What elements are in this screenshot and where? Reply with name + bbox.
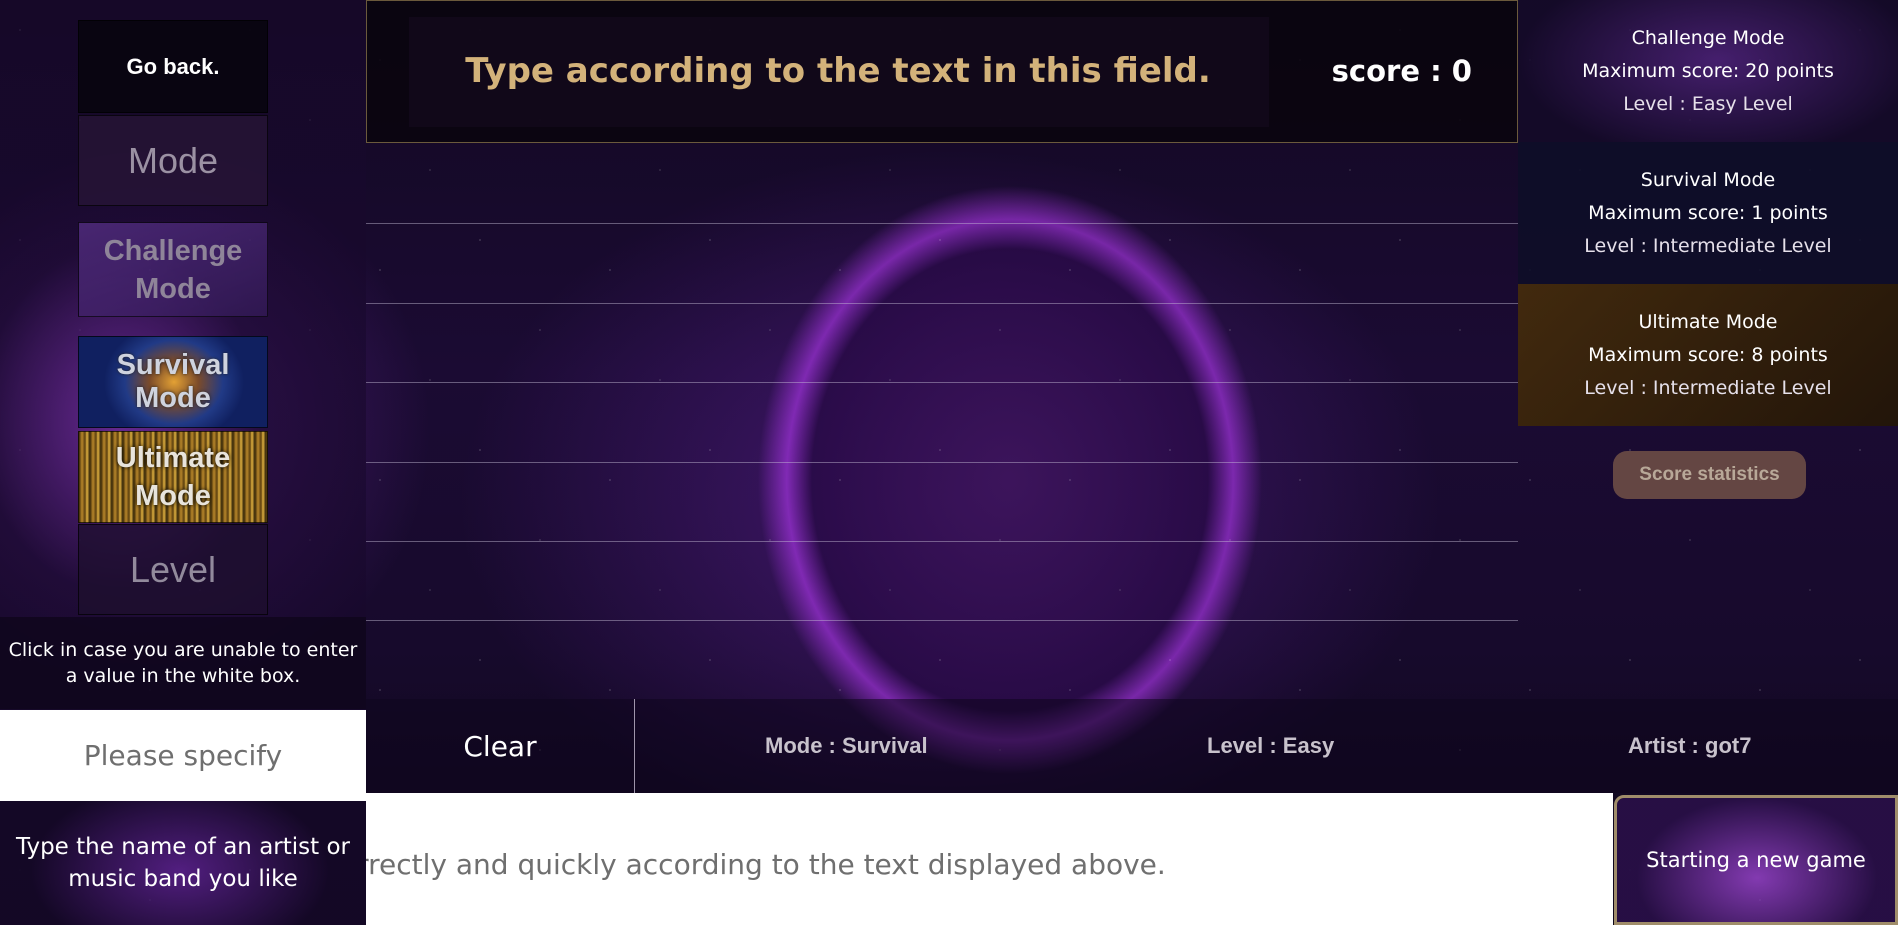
left-panel: Go back. Mode Challenge Mode Survival Mo… bbox=[0, 0, 366, 925]
row-divider bbox=[366, 382, 1518, 383]
row-divider bbox=[366, 223, 1518, 224]
score-display: score : 0 bbox=[1331, 54, 1472, 88]
survival-mode-card: Survival Mode Maximum score: 1 points Le… bbox=[1518, 142, 1898, 284]
challenge-mode-card: Challenge Mode Maximum score: 20 points … bbox=[1518, 0, 1898, 142]
row-divider bbox=[366, 620, 1518, 621]
artist-status: Artist : got7 bbox=[1628, 733, 1752, 758]
artist-input[interactable]: Please specify bbox=[0, 710, 366, 801]
row-divider bbox=[366, 462, 1518, 463]
score-statistics-button[interactable]: Score statistics bbox=[1613, 451, 1806, 499]
prompt-text: Type according to the text in this field… bbox=[465, 51, 1211, 91]
row-divider bbox=[366, 541, 1518, 542]
card-title: Survival Mode bbox=[1640, 169, 1776, 191]
row-divider bbox=[366, 303, 1518, 304]
level-header: Level bbox=[78, 524, 268, 615]
card-title: Challenge Mode bbox=[1631, 27, 1785, 49]
info-bar: Clear Mode : Survival Level : Easy Artis… bbox=[366, 699, 1898, 793]
card-title: Ultimate Mode bbox=[1638, 311, 1778, 333]
text-rows-area bbox=[366, 143, 1518, 699]
mode-status: Mode : Survival bbox=[765, 733, 928, 758]
survival-mode-button[interactable]: Survival Mode bbox=[78, 336, 268, 428]
unable-to-enter-button[interactable]: Click in case you are unable to enter a … bbox=[0, 617, 366, 709]
challenge-mode-button[interactable]: Challenge Mode bbox=[78, 222, 268, 317]
go-back-button[interactable]: Go back. bbox=[78, 20, 268, 113]
clear-button[interactable]: Clear bbox=[366, 699, 635, 793]
ultimate-mode-button[interactable]: Ultimate Mode bbox=[78, 431, 268, 523]
card-level: Level : Easy Level bbox=[1623, 93, 1793, 115]
typing-input[interactable]: orrectly and quickly according to the te… bbox=[366, 793, 1613, 925]
card-level: Level : Intermediate Level bbox=[1584, 377, 1832, 399]
artist-instruction: Type the name of an artist or music band… bbox=[0, 801, 366, 925]
typing-input-placeholder: orrectly and quickly according to the te… bbox=[366, 848, 1166, 881]
ultimate-mode-card: Ultimate Mode Maximum score: 8 points Le… bbox=[1518, 284, 1898, 426]
new-game-button[interactable]: Starting a new game bbox=[1614, 795, 1898, 925]
level-status: Level : Easy bbox=[1207, 733, 1335, 758]
card-max-score: Maximum score: 8 points bbox=[1588, 344, 1828, 366]
prompt-display: Type according to the text in this field… bbox=[366, 0, 1518, 143]
card-max-score: Maximum score: 20 points bbox=[1582, 60, 1834, 82]
mode-header: Mode bbox=[78, 115, 268, 206]
card-level: Level : Intermediate Level bbox=[1584, 235, 1832, 257]
card-max-score: Maximum score: 1 points bbox=[1588, 202, 1828, 224]
